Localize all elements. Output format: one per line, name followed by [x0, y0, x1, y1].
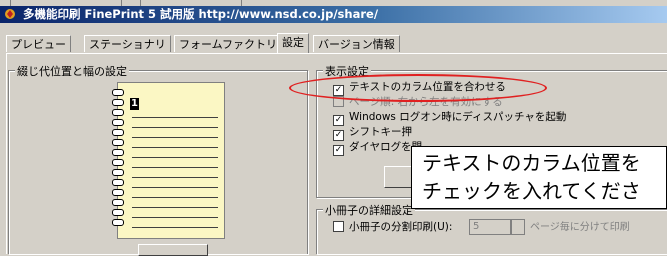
preview-page-number: 1 — [130, 98, 139, 110]
binding-preview: 1 — [112, 82, 225, 239]
preview-line — [132, 177, 218, 178]
preview-line — [132, 127, 218, 128]
preview-line — [132, 117, 218, 118]
callout-line-2: チェックを入れてくださ — [422, 179, 641, 203]
preview-line — [132, 217, 218, 218]
booklet-split-value-input[interactable]: 5 — [469, 219, 511, 235]
tab-form-factory[interactable]: フォームファクトリ — [174, 35, 283, 52]
binding-ring-icon — [112, 159, 124, 166]
binding-group-legend: 綴じ代位置と幅の設定 — [15, 63, 129, 79]
option-shift-key[interactable]: ✓ シフトキー押 — [333, 126, 412, 141]
booklet-split-spinner[interactable] — [511, 219, 525, 235]
tab-stationery[interactable]: ステーショナリ — [84, 35, 171, 52]
booklet-split-print-option[interactable]: 小冊子の分割印刷(U): — [333, 221, 452, 234]
binding-ring-icon — [112, 149, 124, 156]
binding-ring-icon — [112, 89, 124, 96]
checkbox-unchecked-icon[interactable] — [333, 221, 344, 232]
binding-ring-icon — [112, 109, 124, 116]
option-label: Windows ログオン時にディスパッチャを起動 — [349, 111, 567, 123]
tab-bar: プレビュー ステーショナリ フォームファクトリ 設定 バージョン情報 — [0, 33, 667, 53]
highlight-ellipse — [289, 74, 547, 102]
binding-ring-icon — [112, 209, 124, 216]
preview-line — [132, 197, 218, 198]
instruction-callout: テキストのカラム位置を チェックを入れてくださ — [411, 146, 667, 209]
tab-preview[interactable]: プレビュー — [6, 35, 71, 52]
binding-ring-icon — [112, 169, 124, 176]
window-title: 多機能印刷 FinePrint 5 試用版 http://www.nsd.co.… — [23, 7, 379, 21]
callout-line-1: テキストのカラム位置を — [422, 151, 641, 175]
binding-ring-icon — [112, 179, 124, 186]
booklet-split-print-label: 小冊子の分割印刷(U): — [349, 221, 453, 233]
binding-ring-icon — [112, 119, 124, 126]
binding-ring-icon — [112, 99, 124, 106]
binding-ring-icon — [112, 139, 124, 146]
option-start-dispatcher[interactable]: ✓ Windows ログオン時にディスパッチャを起動 — [333, 111, 567, 126]
binding-ring-icon — [112, 129, 124, 136]
booklet-group-legend: 小冊子の詳細設定 — [323, 202, 415, 218]
title-bar[interactable]: 多機能印刷 FinePrint 5 試用版 http://www.nsd.co.… — [0, 6, 667, 23]
preview-line — [132, 227, 218, 228]
binding-position-button[interactable] — [138, 244, 208, 256]
tab-settings[interactable]: 設定 — [277, 33, 309, 53]
binding-ring-icon — [112, 189, 124, 196]
preview-line — [132, 157, 218, 158]
binding-ring-icon — [112, 219, 124, 226]
preview-line — [132, 207, 218, 208]
preview-line — [132, 187, 218, 188]
checkbox-checked-icon[interactable]: ✓ — [333, 145, 344, 156]
app-icon — [5, 9, 15, 19]
option-close-dialog[interactable]: ✓ ダイヤログを閉 — [333, 141, 422, 156]
binding-ring-icon — [112, 199, 124, 206]
checkbox-checked-icon[interactable]: ✓ — [333, 115, 344, 126]
booklet-pages-suffix: ページ毎に分けて印刷 — [530, 222, 630, 233]
checkbox-checked-icon[interactable]: ✓ — [333, 130, 344, 141]
preview-line — [132, 167, 218, 168]
preview-line — [132, 137, 218, 138]
option-label: シフトキー押 — [349, 126, 412, 138]
preview-line — [132, 147, 218, 148]
tab-version-info[interactable]: バージョン情報 — [313, 35, 400, 52]
